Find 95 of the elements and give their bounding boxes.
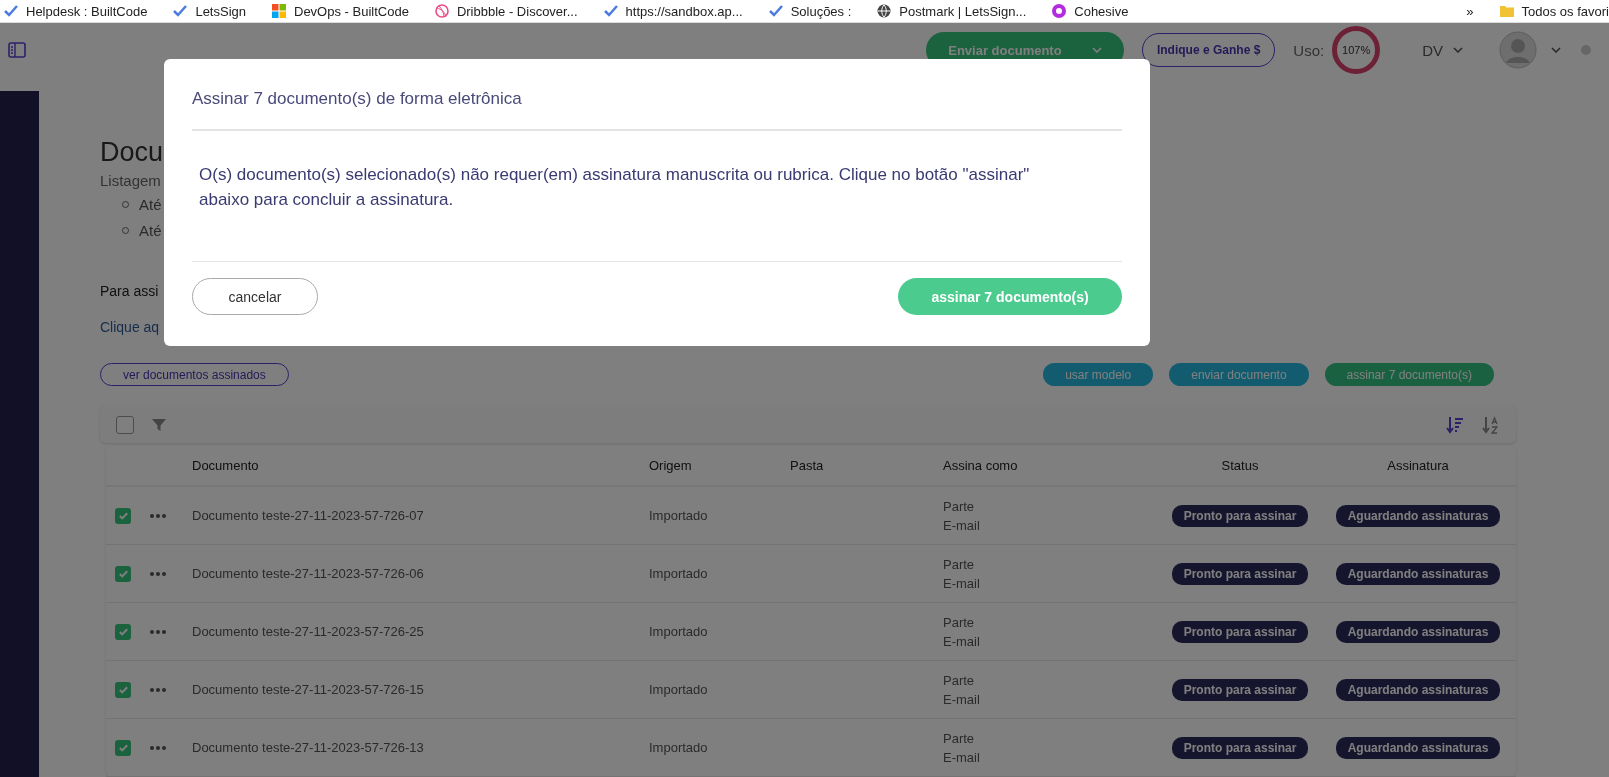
bookmark-link[interactable]: LetsSign bbox=[173, 3, 246, 19]
page-title: Docu bbox=[100, 137, 164, 168]
dialog-title: Assinar 7 documento(s) de forma eletrônica bbox=[192, 89, 1122, 131]
status-badge: Pronto para assinar bbox=[1171, 736, 1309, 759]
cancel-button[interactable]: cancelar bbox=[192, 278, 318, 315]
bookmark-link[interactable]: DevOps - BuiltCode bbox=[272, 3, 409, 19]
origin-cell-text: Importado bbox=[649, 740, 709, 755]
more-icon[interactable] bbox=[150, 571, 166, 576]
signer-role: Parte bbox=[943, 498, 976, 514]
more-icon[interactable] bbox=[150, 745, 166, 750]
signature-badge: Aguardando assinaturas bbox=[1335, 620, 1501, 643]
avatar-icon bbox=[1499, 31, 1537, 69]
signer-role: E-mail bbox=[943, 691, 981, 707]
list-item: Até bbox=[139, 222, 162, 239]
folder-icon bbox=[1499, 5, 1514, 17]
page-description: Listagem bbox=[100, 172, 161, 189]
dialog-message: O(s) documento(s) selecionado(s) não requer(em) assinatura manuscrita ou rubrica. Clique no botão "assinar" abaixo para concluir a assinatura. bbox=[192, 131, 1122, 262]
check-icon bbox=[173, 5, 188, 17]
check-icon bbox=[603, 5, 618, 17]
bookmark-link[interactable]: https://sandbox.ap... bbox=[603, 3, 743, 19]
bookmark-link[interactable]: Helpdesk : BuiltCode bbox=[4, 3, 148, 19]
row-checkbox[interactable] bbox=[115, 739, 131, 756]
status-badge: Pronto para assinar bbox=[1171, 678, 1309, 701]
filter-icon[interactable] bbox=[152, 417, 166, 432]
status-badge: Pronto para assinar bbox=[1171, 620, 1309, 643]
document-name[interactable]: Documento teste-27-11-2023-57-726-15 bbox=[192, 682, 649, 697]
instruction-text: Para assi bbox=[100, 283, 159, 299]
signed-documents-button[interactable]: ver documentos assinados bbox=[100, 363, 289, 386]
column-header: Pasta bbox=[790, 458, 824, 473]
document-name[interactable]: Documento teste-27-11-2023-57-726-06 bbox=[192, 566, 649, 581]
sort-descending-icon[interactable] bbox=[1446, 415, 1464, 434]
ball-icon bbox=[434, 4, 449, 18]
signature-badge: Aguardando assinaturas bbox=[1335, 562, 1501, 585]
chevron-down-icon bbox=[1453, 47, 1463, 53]
bookmark-link[interactable]: Postmark | LetsSign... bbox=[877, 3, 1027, 19]
more-icon[interactable] bbox=[150, 629, 166, 634]
more-icon[interactable] bbox=[150, 513, 166, 518]
signer-role: E-mail bbox=[943, 749, 981, 765]
help-link[interactable]: Clique aq bbox=[100, 319, 160, 335]
column-header: Assina como bbox=[943, 458, 1018, 473]
sidebar-toggle-icon[interactable] bbox=[8, 42, 26, 58]
column-header: Assinatura bbox=[1387, 458, 1449, 473]
all-bookmarks-link[interactable]: Todos os favori bbox=[1499, 3, 1609, 19]
usage-ring: 107% bbox=[1332, 26, 1381, 74]
more-icon[interactable] bbox=[150, 687, 166, 692]
column-header: Origem bbox=[649, 458, 692, 473]
signer-role: E-mail bbox=[943, 633, 981, 649]
row-checkbox[interactable] bbox=[115, 623, 131, 640]
user-menu[interactable] bbox=[1499, 31, 1561, 69]
check-icon bbox=[4, 5, 18, 17]
bookmark-link[interactable]: Cohesive bbox=[1052, 3, 1129, 19]
signature-badge: Aguardando assinaturas bbox=[1335, 504, 1501, 527]
status-badge: Pronto para assinar bbox=[1171, 504, 1309, 527]
signature-badge: Aguardando assinaturas bbox=[1335, 678, 1501, 701]
signer-role: Parte bbox=[943, 614, 976, 630]
check-icon bbox=[117, 568, 129, 579]
row-checkbox[interactable] bbox=[115, 507, 131, 524]
document-name[interactable]: Documento teste-27-11-2023-57-726-07 bbox=[192, 508, 649, 523]
signer-role: E-mail bbox=[943, 517, 981, 533]
row-checkbox[interactable] bbox=[115, 681, 131, 698]
bookmark-link[interactable]: Dribbble - Discover... bbox=[434, 3, 578, 19]
globe-icon bbox=[877, 4, 892, 18]
column-header: Status bbox=[1221, 458, 1259, 473]
chevron-down-icon bbox=[1091, 47, 1102, 53]
signature-badge: Aguardando assinaturas bbox=[1335, 736, 1501, 759]
referral-button[interactable]: Indique e Ganhe $ bbox=[1141, 33, 1276, 67]
origin-cell-text: Importado bbox=[649, 508, 709, 523]
check-icon bbox=[117, 742, 129, 753]
signer-role: E-mail bbox=[943, 575, 981, 591]
sign-button[interactable]: assinar 7 documento(s) bbox=[898, 278, 1122, 315]
status-dot-icon bbox=[1581, 45, 1591, 55]
signer-role: Parte bbox=[943, 730, 976, 746]
column-header: Documento bbox=[192, 458, 259, 473]
check-icon bbox=[768, 5, 783, 17]
origin-cell-text: Importado bbox=[649, 566, 709, 581]
signer-role: Parte bbox=[943, 556, 976, 572]
check-icon bbox=[117, 510, 129, 521]
more-bookmarks[interactable]: » bbox=[1466, 3, 1474, 19]
windows-icon bbox=[272, 4, 286, 18]
select-all-checkbox[interactable] bbox=[116, 415, 134, 434]
signer-role: Parte bbox=[943, 672, 976, 688]
status-badge: Pronto para assinar bbox=[1171, 562, 1309, 585]
check-icon bbox=[117, 626, 129, 637]
document-name[interactable]: Documento teste-27-11-2023-57-726-25 bbox=[192, 624, 649, 639]
account-menu[interactable]: DV bbox=[1416, 40, 1469, 60]
usage-label: Uso: bbox=[1293, 41, 1325, 59]
row-checkbox[interactable] bbox=[115, 565, 131, 582]
sort-alphabetical-icon[interactable] bbox=[1482, 415, 1500, 434]
chevron-down-icon bbox=[1551, 47, 1561, 53]
check-icon bbox=[117, 684, 129, 695]
origin-cell-text: Importado bbox=[649, 624, 709, 639]
document-name[interactable]: Documento teste-27-11-2023-57-726-13 bbox=[192, 740, 649, 755]
list-item: Até bbox=[139, 196, 162, 213]
origin-cell-text: Importado bbox=[649, 682, 709, 697]
bookmark-link[interactable]: Soluções : bbox=[768, 3, 852, 19]
